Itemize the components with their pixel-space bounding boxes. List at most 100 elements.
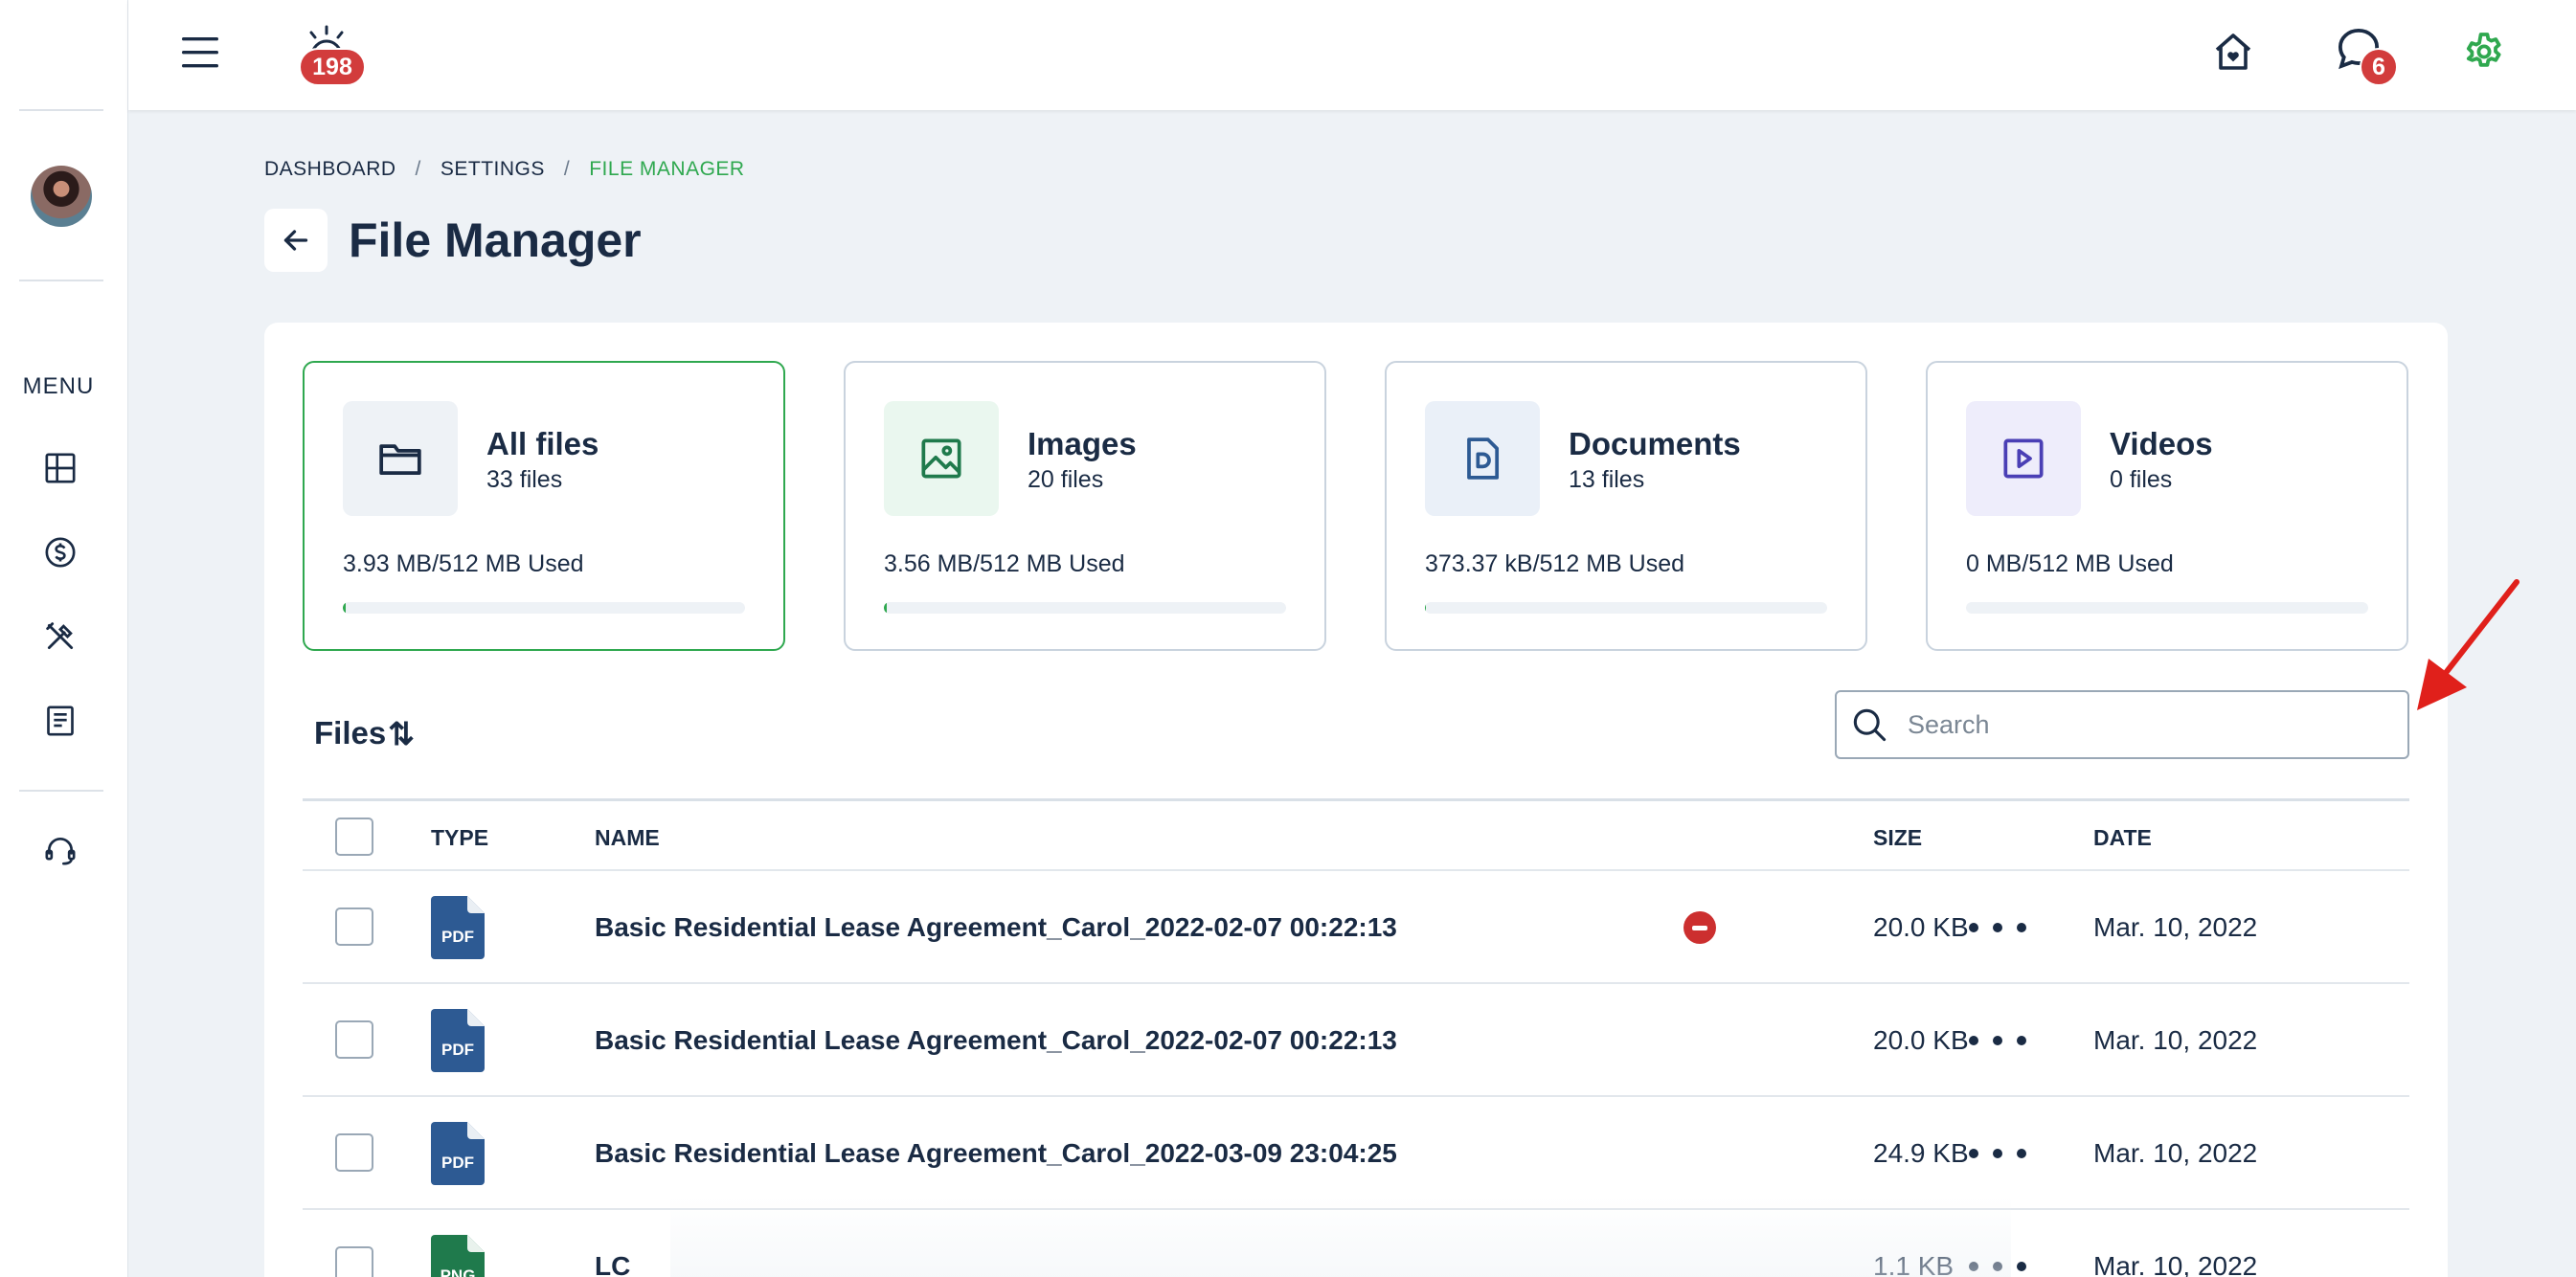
- search-icon: [1853, 708, 1887, 742]
- messages-button[interactable]: 6: [2331, 23, 2407, 90]
- sidebar: MENU: [0, 0, 128, 1277]
- sidebar-divider: [19, 109, 103, 111]
- category-file-count: 13 files: [1569, 466, 1645, 493]
- category-card-documents[interactable]: Documents 13 files 373.37 kB/512 MB Used: [1385, 361, 1867, 651]
- sidebar-divider: [19, 280, 103, 281]
- folder-icon: [379, 444, 421, 476]
- row-actions-button[interactable]: [1969, 1139, 2026, 1168]
- notifications-badge: 198: [299, 48, 366, 86]
- category-name: Images: [1028, 426, 1137, 461]
- category-file-count: 33 files: [486, 466, 563, 493]
- dot: [1969, 1262, 1978, 1271]
- dot: [1969, 1036, 1978, 1045]
- file-name[interactable]: LC: [595, 1210, 630, 1277]
- svg-text:PDF: PDF: [441, 928, 474, 946]
- blocked-icon[interactable]: [1683, 911, 1716, 944]
- row-checkbox[interactable]: [335, 907, 373, 946]
- support-icon: [45, 838, 76, 865]
- row-checkbox[interactable]: [335, 1020, 373, 1059]
- dot: [1993, 1036, 2002, 1045]
- files-heading: Files: [314, 715, 387, 751]
- category-card-images[interactable]: Images 20 files 3.56 MB/512 MB Used: [844, 361, 1326, 651]
- dot: [2017, 1036, 2026, 1045]
- dot: [2017, 1149, 2026, 1158]
- search-box: [1835, 690, 2409, 759]
- table-row[interactable]: PDF Basic Residential Lease Agreement_Ca…: [303, 984, 2409, 1097]
- avatar[interactable]: [31, 166, 92, 227]
- dashboard-icon: [45, 453, 76, 483]
- column-header-size[interactable]: SIZE: [1873, 801, 1922, 874]
- breadcrumb-separator: /: [563, 158, 571, 180]
- sidebar-item-billing[interactable]: [39, 531, 81, 573]
- category-file-count: 20 files: [1028, 466, 1104, 493]
- sidebar-item-support[interactable]: [39, 829, 81, 871]
- back-button[interactable]: [264, 209, 328, 272]
- category-icon-box: [1966, 401, 2081, 516]
- category-card-videos[interactable]: Videos 0 files 0 MB/512 MB Used: [1926, 361, 2408, 651]
- file-name[interactable]: Basic Residential Lease Agreement_Carol_…: [595, 1097, 1397, 1210]
- pdf-file-icon: PDF: [431, 1009, 485, 1072]
- home-button[interactable]: [2206, 25, 2260, 78]
- file-date: Mar. 10, 2022: [2093, 1251, 2258, 1277]
- svg-text:PDF: PDF: [441, 1041, 474, 1059]
- table-row[interactable]: PNG LC 1.1 KB Mar. 10, 2022: [303, 1210, 2409, 1277]
- arrow-left-icon: [283, 230, 308, 251]
- category-usage-bar: [1425, 602, 1827, 614]
- category-storage-used: 3.93 MB/512 MB Used: [343, 550, 584, 577]
- files-table: TYPE NAME SIZE DATE PDF Basic Residentia…: [303, 798, 2409, 1277]
- files-sort-button[interactable]: Files ⇅: [314, 705, 415, 762]
- category-icon-box: [1425, 401, 1540, 516]
- breadcrumb-file-manager: FILE MANAGER: [589, 158, 745, 180]
- tools-icon: [46, 622, 74, 650]
- sidebar-item-tools[interactable]: [39, 616, 81, 658]
- category-usage-bar: [1966, 602, 2368, 614]
- file-size: 1.1 KB: [1873, 1251, 1955, 1277]
- file-manager-card: All files 33 files 3.93 MB/512 MB Used I…: [264, 323, 2448, 1277]
- sidebar-item-documents[interactable]: [39, 700, 81, 742]
- sort-icon: ⇅: [388, 715, 415, 751]
- category-file-count: 0 files: [2110, 466, 2173, 493]
- select-all-checkbox[interactable]: [335, 818, 373, 856]
- file-name[interactable]: Basic Residential Lease Agreement_Carol_…: [595, 871, 1397, 984]
- search-input[interactable]: [1908, 709, 2386, 740]
- row-checkbox[interactable]: [335, 1246, 373, 1277]
- row-actions-button[interactable]: [1969, 1026, 2026, 1055]
- category-storage-used: 373.37 kB/512 MB Used: [1425, 550, 1684, 577]
- file-size: 20.0 KB: [1873, 1025, 1969, 1055]
- file-size: 24.9 KB: [1873, 1138, 1969, 1168]
- gear-icon: [2466, 33, 2501, 67]
- breadcrumb: DASHBOARD / SETTINGS / FILE MANAGER: [264, 158, 745, 181]
- sidebar-item-dashboard[interactable]: [39, 447, 81, 489]
- messages-badge: 6: [2360, 48, 2398, 86]
- file-name[interactable]: Basic Residential Lease Agreement_Carol_…: [595, 984, 1397, 1097]
- dot: [1993, 1262, 2002, 1271]
- sidebar-divider: [19, 790, 103, 792]
- category-name: All files: [486, 426, 599, 461]
- hamburger-menu-button[interactable]: [176, 29, 224, 77]
- file-date: Mar. 10, 2022: [2093, 912, 2258, 942]
- category-card-all-files[interactable]: All files 33 files 3.93 MB/512 MB Used: [303, 361, 785, 651]
- dot: [2017, 923, 2026, 932]
- table-row[interactable]: PDF Basic Residential Lease Agreement_Ca…: [303, 871, 2409, 984]
- column-header-name[interactable]: NAME: [595, 801, 660, 874]
- breadcrumb-settings[interactable]: SETTINGS: [441, 158, 545, 181]
- row-actions-button[interactable]: [1969, 1252, 2026, 1277]
- column-header-type[interactable]: TYPE: [431, 801, 488, 874]
- menu-label: MENU: [22, 373, 95, 399]
- svg-text:PNG: PNG: [441, 1266, 476, 1277]
- table-row[interactable]: PDF Basic Residential Lease Agreement_Ca…: [303, 1097, 2409, 1210]
- category-name: Documents: [1569, 426, 1741, 461]
- file-date: Mar. 10, 2022: [2093, 1138, 2258, 1168]
- notifications-button[interactable]: 198: [299, 23, 377, 90]
- row-actions-button[interactable]: [1969, 913, 2026, 942]
- column-header-date[interactable]: DATE: [2093, 801, 2152, 874]
- documents-icon: [47, 706, 74, 736]
- image-icon: [921, 438, 961, 479]
- hamburger-icon: [182, 37, 218, 68]
- row-checkbox[interactable]: [335, 1133, 373, 1172]
- category-storage-used: 0 MB/512 MB Used: [1966, 550, 2174, 577]
- breadcrumb-dashboard[interactable]: DASHBOARD: [264, 158, 396, 181]
- page-title: File Manager: [349, 213, 642, 267]
- svg-text:PDF: PDF: [441, 1154, 474, 1172]
- settings-button[interactable]: [2457, 25, 2511, 78]
